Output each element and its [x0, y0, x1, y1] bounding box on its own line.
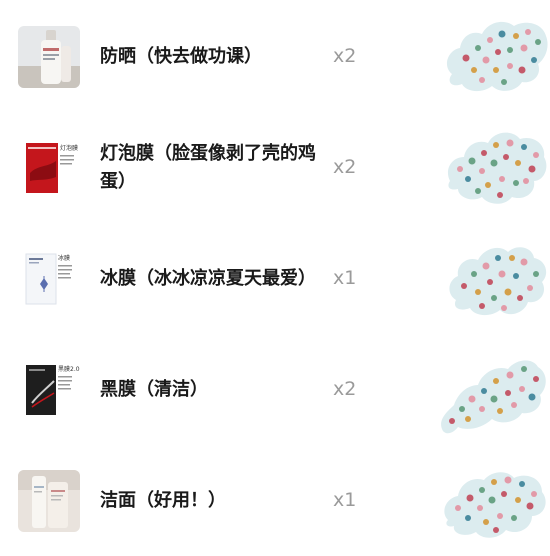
polka-dot-sticker-icon [449, 247, 547, 316]
item-quantity: x1 [333, 267, 357, 289]
package-label: 灯泡膜 [60, 144, 78, 152]
item-quantity: x2 [333, 45, 357, 67]
list-item[interactable]: 防晒（快去做功课） x2 [0, 2, 550, 112]
polka-dot-sticker-icon [444, 472, 546, 538]
polka-dot-sticker-icon [447, 132, 547, 204]
list-item[interactable]: 灯泡膜 灯泡膜（脸蛋像剥了壳的鸡蛋） x2 [0, 113, 550, 223]
polka-dot-sticker-icon [441, 360, 546, 434]
package-label: 黑膜2.0 [58, 365, 80, 373]
red-mask-package-icon: 灯泡膜 [18, 137, 80, 199]
list-item[interactable]: 冰膜 冰膜（冰冰凉凉夏天最爱） x1 [0, 224, 550, 334]
list-item[interactable]: 黑膜2.0 黑膜（清洁） x2 [0, 335, 550, 445]
item-list: 防晒（快去做功课） x2 灯泡膜 灯泡膜（脸蛋像剥了壳的鸡蛋） x2 冰膜 冰膜… [0, 0, 550, 550]
list-item[interactable]: 洁面（好用！） x1 [0, 446, 550, 556]
item-quantity: x1 [333, 489, 357, 511]
package-label: 冰膜 [58, 254, 70, 262]
black-mask-package-icon: 黑膜2.0 [18, 359, 80, 421]
item-name: 黑膜（清洁） [100, 379, 208, 400]
item-quantity: x2 [333, 378, 357, 400]
item-name: 防晒（快去做功课） [100, 46, 262, 67]
cleanser-tube-icon [18, 470, 80, 532]
sunscreen-bottle-icon [18, 26, 80, 88]
polka-dot-sticker-icon [446, 21, 548, 92]
item-name: 灯泡膜（脸蛋像剥了壳的鸡蛋） [100, 143, 316, 192]
item-name: 洁面（好用！） [100, 490, 226, 511]
item-quantity: x2 [333, 156, 357, 178]
item-name: 冰膜（冰冰凉凉夏天最爱） [100, 268, 316, 289]
white-mask-package-icon: 冰膜 [18, 248, 80, 310]
